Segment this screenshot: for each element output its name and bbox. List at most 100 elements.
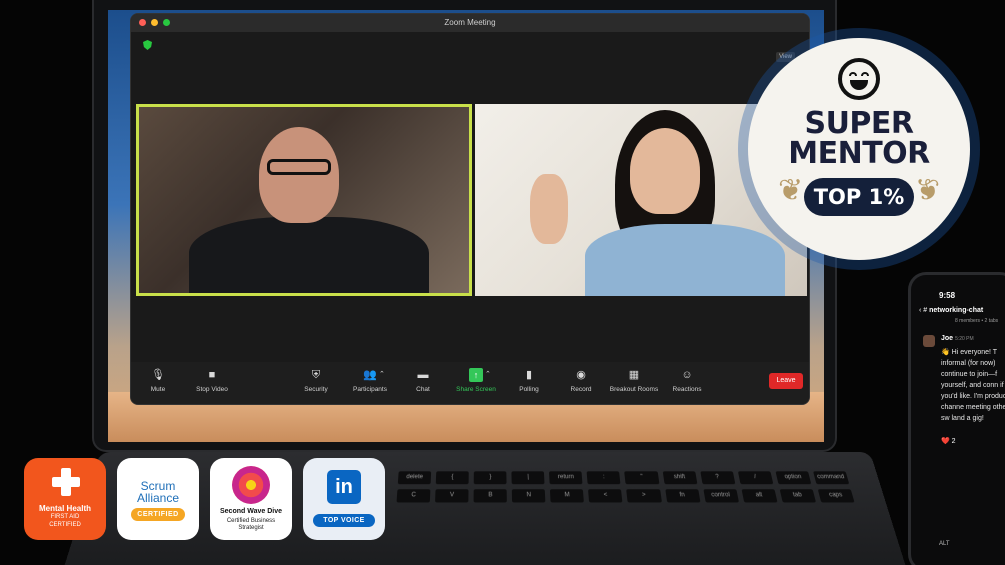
share-screen-label: Share Screen	[456, 386, 496, 393]
key: control	[703, 489, 739, 503]
chevron-up-icon[interactable]: ⌃	[379, 370, 385, 378]
top-percent-pill: TOP 1%	[804, 178, 914, 216]
scrum-alliance-badge: Scrum Alliance CERTIFIED	[117, 458, 199, 540]
breakout-rooms-button[interactable]: ▦ Breakout Rooms	[604, 368, 664, 393]
key: command	[812, 471, 850, 485]
cert-subtitle: FIRST AID	[50, 514, 80, 520]
record-button[interactable]: ◉ Record	[551, 368, 611, 393]
video-tile-speaker[interactable]	[136, 104, 472, 296]
cert-title: Second Wave Dive	[220, 508, 282, 515]
key: tab	[779, 489, 816, 503]
meeting-toolbar: 🎙 Mute ■ Stop Video ⛨ Security 👥 Partici…	[131, 362, 809, 404]
badge-title-line2: MENTOR	[788, 136, 930, 171]
key: caps	[817, 489, 855, 503]
flower-logo-icon	[232, 466, 270, 504]
zoom-window: Zoom Meeting View 🎙 Mute ■ Stop Video ⛨ …	[130, 13, 810, 405]
key: :	[586, 471, 621, 485]
reactions-label: Reactions	[672, 386, 702, 393]
linkedin-logo-icon: in	[327, 470, 361, 504]
channel-subtitle: 8 members • 2 tabs	[955, 318, 999, 324]
stop-video-label: Stop Video	[196, 386, 228, 393]
security-label: Security	[304, 386, 328, 393]
cert-role: Strategist	[238, 525, 264, 531]
leave-button[interactable]: Leave	[769, 373, 803, 389]
alt-text-label: ALT	[939, 541, 950, 547]
participant-head	[630, 128, 700, 214]
reaction-pill[interactable]: ❤️ 2	[941, 437, 956, 445]
cert-tag: CERTIFIED	[131, 508, 185, 521]
key: }	[473, 471, 507, 485]
encryption-shield-icon[interactable]	[143, 40, 152, 50]
record-icon: ◉	[576, 369, 586, 381]
key: |	[511, 471, 545, 485]
window-title: Zoom Meeting	[444, 18, 496, 27]
video-camera-icon: ■	[208, 369, 216, 381]
chat-label: Chat	[416, 386, 430, 393]
key: return	[549, 471, 583, 485]
bar-chart-icon: ▮	[525, 369, 533, 381]
key: M	[550, 489, 585, 503]
participants-icon: 👥	[363, 369, 377, 381]
emoji-icon: ☺	[681, 369, 693, 381]
title-bar: Zoom Meeting	[131, 14, 809, 32]
microphone-icon: 🎙	[151, 369, 165, 381]
linkedin-top-voice-badge: in TOP VOICE	[303, 458, 385, 540]
laurel-left-icon: ❦	[778, 174, 804, 207]
participant-body	[189, 217, 429, 293]
message-author[interactable]: Joe 5:20 PM	[941, 335, 974, 342]
laurel-right-icon: ❦	[914, 174, 940, 207]
cert-status: CERTIFIED	[49, 522, 81, 528]
key: alt	[741, 489, 778, 503]
participant-head	[259, 127, 339, 223]
laptop: Zoom Meeting View 🎙 Mute ■ Stop Video ⛨ …	[92, 0, 837, 452]
polling-button[interactable]: ▮ Polling	[499, 368, 559, 393]
security-button[interactable]: ⛨ Security	[286, 368, 346, 393]
cert-title: Mental Health	[38, 504, 91, 513]
key: ?	[699, 471, 736, 485]
key: C	[396, 489, 431, 503]
message-time: 5:20 PM	[955, 336, 974, 342]
grid-icon: ▦	[628, 369, 640, 381]
share-screen-icon: ↑	[469, 368, 483, 382]
chevron-up-icon[interactable]: ⌃	[485, 370, 491, 378]
waving-hand	[530, 174, 568, 244]
stop-video-button[interactable]: ■ Stop Video	[182, 368, 242, 393]
phone: 9:58 ‹ # networking-chat 8 members • 2 t…	[908, 272, 1005, 565]
scrum-alliance-logo: Scrum Alliance	[136, 479, 180, 505]
polling-label: Polling	[519, 386, 539, 393]
shield-icon: ⛨	[311, 369, 321, 381]
desktop-wallpaper: Zoom Meeting View 🎙 Mute ■ Stop Video ⛨ …	[108, 10, 824, 442]
key: option	[775, 471, 812, 485]
participants-label: Participants	[353, 386, 387, 393]
key: fn	[664, 489, 701, 503]
author-name: Joe	[941, 335, 954, 342]
super-mentor-badge: SUPER MENTOR ❦ TOP 1% ❦	[748, 38, 970, 260]
second-wave-dive-badge: Second Wave Dive Certified Business Stra…	[210, 458, 292, 540]
smiley-face-icon	[838, 58, 880, 100]
key: "	[624, 471, 660, 485]
mute-button[interactable]: 🎙 Mute	[131, 368, 188, 393]
key: /	[737, 471, 774, 485]
key: N	[512, 489, 546, 503]
mute-label: Mute	[150, 386, 166, 393]
keyboard-keys: delete { } | return : " shift ? / option…	[396, 471, 855, 503]
chat-button[interactable]: ▬ Chat	[393, 368, 453, 393]
key: {	[435, 471, 469, 485]
chat-bubble-icon: ▬	[417, 369, 429, 381]
channel-header[interactable]: ‹ # networking-chat	[919, 307, 983, 314]
participants-button[interactable]: 👥 Participants	[340, 368, 400, 393]
cert-subtitle: Certified Business	[226, 518, 276, 524]
avatar[interactable]	[923, 335, 935, 347]
medical-cross-icon	[52, 468, 80, 496]
key: <	[588, 489, 623, 503]
message-text: 👋 Hi everyone! T informal (for now) cont…	[941, 349, 1005, 422]
share-screen-button[interactable]: ↑ Share Screen	[446, 368, 506, 393]
record-label: Record	[570, 386, 592, 393]
key: shift	[662, 471, 698, 485]
reactions-button[interactable]: ☺ Reactions	[657, 368, 717, 393]
back-chevron-icon[interactable]: ‹	[919, 307, 921, 314]
cert-tag: TOP VOICE	[313, 514, 375, 527]
glasses	[267, 159, 331, 175]
key: V	[435, 489, 469, 503]
key: B	[473, 489, 508, 503]
